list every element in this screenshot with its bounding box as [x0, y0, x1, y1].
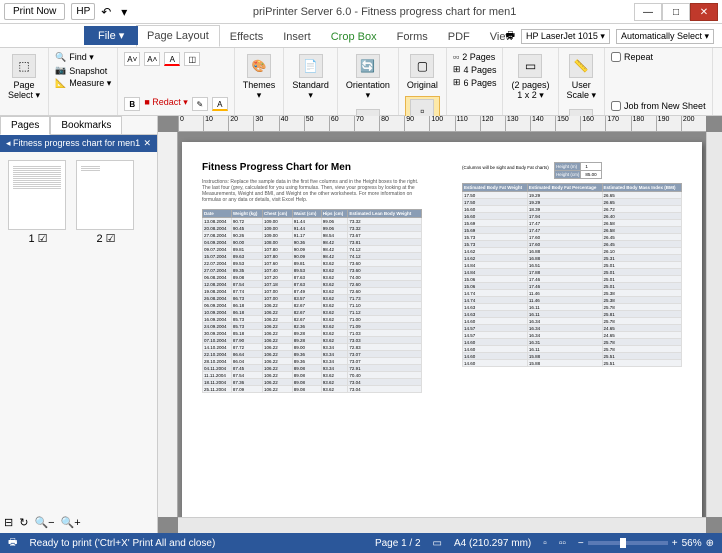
- close-button[interactable]: ✕: [690, 3, 718, 21]
- bold-icon[interactable]: B: [124, 97, 140, 111]
- slides-button[interactable]: ▭(2 pages) 1 x 2 ▾: [509, 52, 551, 103]
- standard-button[interactable]: 📄Standard ▾: [290, 52, 331, 103]
- paper-icon[interactable]: ▭: [433, 538, 442, 549]
- page-view: 0102030405060708090100110120130140150160…: [158, 116, 722, 533]
- status-paper: A4 (210.297 mm): [454, 538, 531, 549]
- original-button[interactable]: ▢Original: [405, 52, 440, 92]
- tab-crop-box[interactable]: Crop Box: [321, 27, 387, 47]
- print-icon[interactable]: 🖶: [8, 535, 17, 552]
- tab-effects[interactable]: Effects: [220, 27, 273, 47]
- status-ready: Ready to print ('Ctrl+X' Print All and c…: [29, 538, 215, 549]
- file-bar[interactable]: ◂ Fitness progress chart for men1✕: [0, 135, 157, 152]
- view-single-icon[interactable]: ▫: [543, 538, 547, 549]
- hp-badge: HP: [71, 3, 95, 20]
- zoom-out-icon[interactable]: −: [578, 538, 584, 549]
- tab-forms[interactable]: Forms: [387, 27, 438, 47]
- maximize-button[interactable]: □: [662, 3, 690, 21]
- bookmarks-tab[interactable]: Bookmarks: [50, 116, 122, 134]
- zoom-out-thumb-icon[interactable]: 🔍−: [34, 516, 54, 529]
- six-pages-button[interactable]: ⊞ 6 Pages: [453, 77, 497, 88]
- data-table-left: DateWeight (kg)Chest (cm)Waist (cm)Hips …: [202, 209, 422, 393]
- font-inc-icon[interactable]: A˄: [144, 52, 160, 66]
- repeat-checkbox[interactable]: Repeat: [611, 52, 706, 62]
- font-color-icon[interactable]: A: [164, 52, 180, 66]
- page-select-button[interactable]: ⬚Page Select ▾: [6, 52, 42, 103]
- scrollbar-vertical[interactable]: [706, 132, 722, 517]
- collapse-icon[interactable]: ⊟: [4, 516, 13, 529]
- themes-button[interactable]: 🎨Themes ▾: [241, 52, 278, 103]
- new-sheet-checkbox[interactable]: Job from New Sheet: [611, 101, 706, 111]
- file-menu[interactable]: File ▾: [84, 26, 138, 45]
- undo-icon[interactable]: ↶: [101, 5, 115, 19]
- measure-button[interactable]: 📐 Measure ▾: [55, 78, 111, 89]
- ribbon: ⬚Page Select ▾ 🔍 Find ▾ 📷 Snapshot 📐 Mea…: [0, 48, 722, 116]
- orientation-button[interactable]: 🔄Orientation ▾: [344, 52, 392, 103]
- snapshot-button[interactable]: 📷 Snapshot: [55, 65, 111, 76]
- highlight-icon[interactable]: ✎: [192, 97, 208, 111]
- fill-color-icon[interactable]: A: [212, 97, 228, 111]
- user-scale-button[interactable]: 📏User Scale ▾: [565, 52, 599, 103]
- font-dec-icon[interactable]: A˅: [124, 52, 140, 66]
- instructions: Instructions: Replace the sample data in…: [202, 179, 422, 203]
- title-bar: Print Now HP ↶ ▾ priPrinter Server 6.0 -…: [0, 0, 722, 24]
- view-double-icon[interactable]: ▫▫: [559, 538, 566, 549]
- zoom-in-thumb-icon[interactable]: 🔍+: [61, 516, 81, 529]
- zoom-slider[interactable]: [588, 541, 668, 545]
- printer-icon: 🖶: [506, 28, 515, 45]
- page-sheet: Fitness Progress Chart for Men Instructi…: [182, 142, 702, 517]
- left-panel: Pages Bookmarks ◂ Fitness progress chart…: [0, 116, 158, 533]
- tab-page-layout[interactable]: Page Layout: [136, 25, 220, 47]
- window-title: priPrinter Server 6.0 - Fitness progress…: [135, 6, 634, 18]
- menu-tabs: File ▾ Page Layout Effects Insert Crop B…: [0, 24, 722, 48]
- doc-title: Fitness Progress Chart for Men: [202, 162, 422, 173]
- tray-select[interactable]: Automatically Select ▾: [616, 29, 714, 44]
- status-page: Page 1 / 2: [375, 538, 421, 549]
- zoom-fit-icon[interactable]: ⊕: [706, 538, 714, 549]
- print-now-button[interactable]: Print Now: [4, 3, 65, 20]
- find-button[interactable]: 🔍 Find ▾: [55, 52, 111, 63]
- printer-select[interactable]: HP LaserJet 1015 ▾: [521, 29, 610, 44]
- status-bar: 🖶 Ready to print ('Ctrl+X' Print All and…: [0, 533, 722, 553]
- zoom-in-icon[interactable]: +: [672, 538, 678, 549]
- thumbnail-2[interactable]: 2 ☑: [76, 160, 136, 245]
- minimize-button[interactable]: —: [634, 3, 662, 21]
- dropdown-icon[interactable]: ▾: [121, 5, 135, 19]
- two-pages-button[interactable]: ▫▫ 2 Pages: [453, 52, 497, 62]
- data-table-right: Estimated Body Fat WeightEstimated Body …: [462, 183, 682, 367]
- ruler-horizontal: 0102030405060708090100110120130140150160…: [178, 116, 706, 132]
- pages-tab[interactable]: Pages: [0, 116, 50, 135]
- zoom-value: 56%: [682, 538, 702, 549]
- erase-icon[interactable]: ◫: [184, 52, 200, 66]
- tab-insert[interactable]: Insert: [273, 27, 321, 47]
- redact-button[interactable]: ■ Redact ▾: [144, 97, 187, 111]
- refresh-icon[interactable]: ↻: [19, 516, 28, 529]
- four-pages-button[interactable]: ⊞ 4 Pages: [453, 64, 497, 75]
- height-note: (Columns will be sight and Body Fat char…: [462, 162, 682, 179]
- tab-pdf[interactable]: PDF: [438, 27, 480, 47]
- ruler-vertical: [158, 132, 178, 517]
- scrollbar-horizontal[interactable]: [178, 517, 706, 533]
- thumbnail-1[interactable]: 1 ☑: [8, 160, 68, 245]
